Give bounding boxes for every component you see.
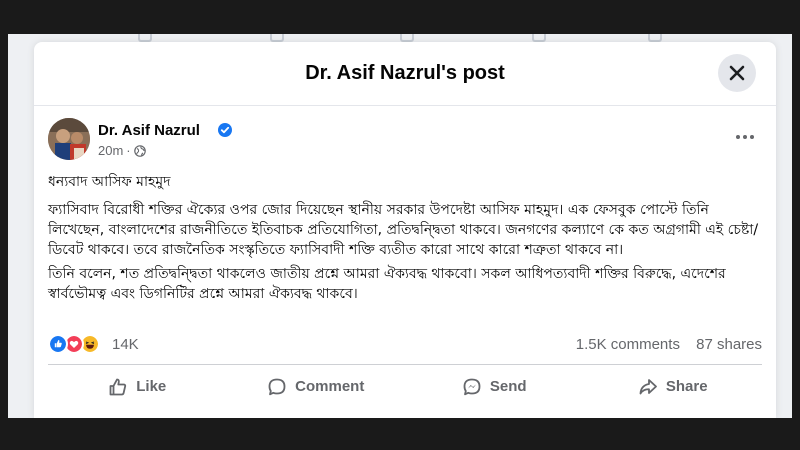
reaction-count[interactable]: 14K: [112, 336, 139, 353]
reaction-icons[interactable]: [48, 334, 108, 354]
post-modal: Dr. Asif Nazrul's post Dr. Asif Nazrul 2…: [34, 42, 776, 418]
ghost-home-icon: [138, 34, 152, 42]
close-button[interactable]: [718, 54, 756, 92]
ghost-market-icon: [532, 34, 546, 42]
post-paragraph-2: তিনি বলেন, শত প্রতিদ্বন্দ্বিতা থাকলেও জা…: [48, 266, 726, 302]
modal-header: Dr. Asif Nazrul's post: [34, 42, 776, 106]
like-reaction-icon: [48, 334, 68, 354]
comments-count[interactable]: 1.5K comments: [576, 336, 680, 353]
post-header: Dr. Asif Nazrul 20m ·: [48, 118, 762, 166]
post-text: ধন্যবাদ আসিফ মাহমুদ ফ্যাসিবাদ বিরোধী শক্…: [48, 172, 762, 308]
share-label: Share: [665, 378, 708, 395]
avatar[interactable]: [48, 118, 90, 160]
modal-title: Dr. Asif Nazrul's post: [305, 62, 505, 84]
share-icon: [639, 378, 657, 394]
like-label: Like: [136, 378, 167, 395]
reactions-row: 14K 1.5K comments 87 shares: [48, 332, 762, 356]
shares-count[interactable]: 87 shares: [696, 336, 762, 353]
more-options-button[interactable]: [734, 130, 756, 142]
close-icon: [729, 65, 745, 81]
send-label: Send: [489, 378, 527, 395]
comment-icon: [268, 378, 286, 395]
ghost-groups-icon: [400, 34, 414, 42]
send-button[interactable]: Send: [405, 365, 584, 408]
meta-separator: ·: [126, 143, 131, 158]
ghost-gaming-icon: [648, 34, 662, 42]
post-time[interactable]: 20m: [98, 143, 123, 158]
author-name[interactable]: Dr. Asif Nazrul: [98, 122, 200, 139]
comment-label: Comment: [295, 378, 365, 395]
bottom-letterbox: [0, 418, 800, 450]
ghost-video-icon: [270, 34, 284, 42]
post-paragraph-1: ফ্যাসিবাদ বিরোধী শক্তির ঐক্যের ওপর জোর দ…: [48, 202, 759, 258]
comment-button[interactable]: Comment: [227, 365, 406, 408]
more-icon: [736, 135, 754, 139]
post-meta: 20m ·: [98, 143, 146, 158]
post-heading: ধন্যবাদ আসিফ মাহমুদ: [48, 174, 171, 190]
send-icon: [463, 378, 481, 395]
verified-icon: [218, 123, 232, 137]
post-actions: Like Comment Send Share: [48, 364, 762, 408]
globe-icon: [133, 144, 146, 157]
like-button[interactable]: Like: [48, 365, 227, 408]
post-stats: 1.5K comments 87 shares: [576, 336, 762, 353]
share-button[interactable]: Share: [584, 365, 763, 408]
avatar-photo: [48, 118, 90, 160]
like-icon: [109, 378, 127, 395]
